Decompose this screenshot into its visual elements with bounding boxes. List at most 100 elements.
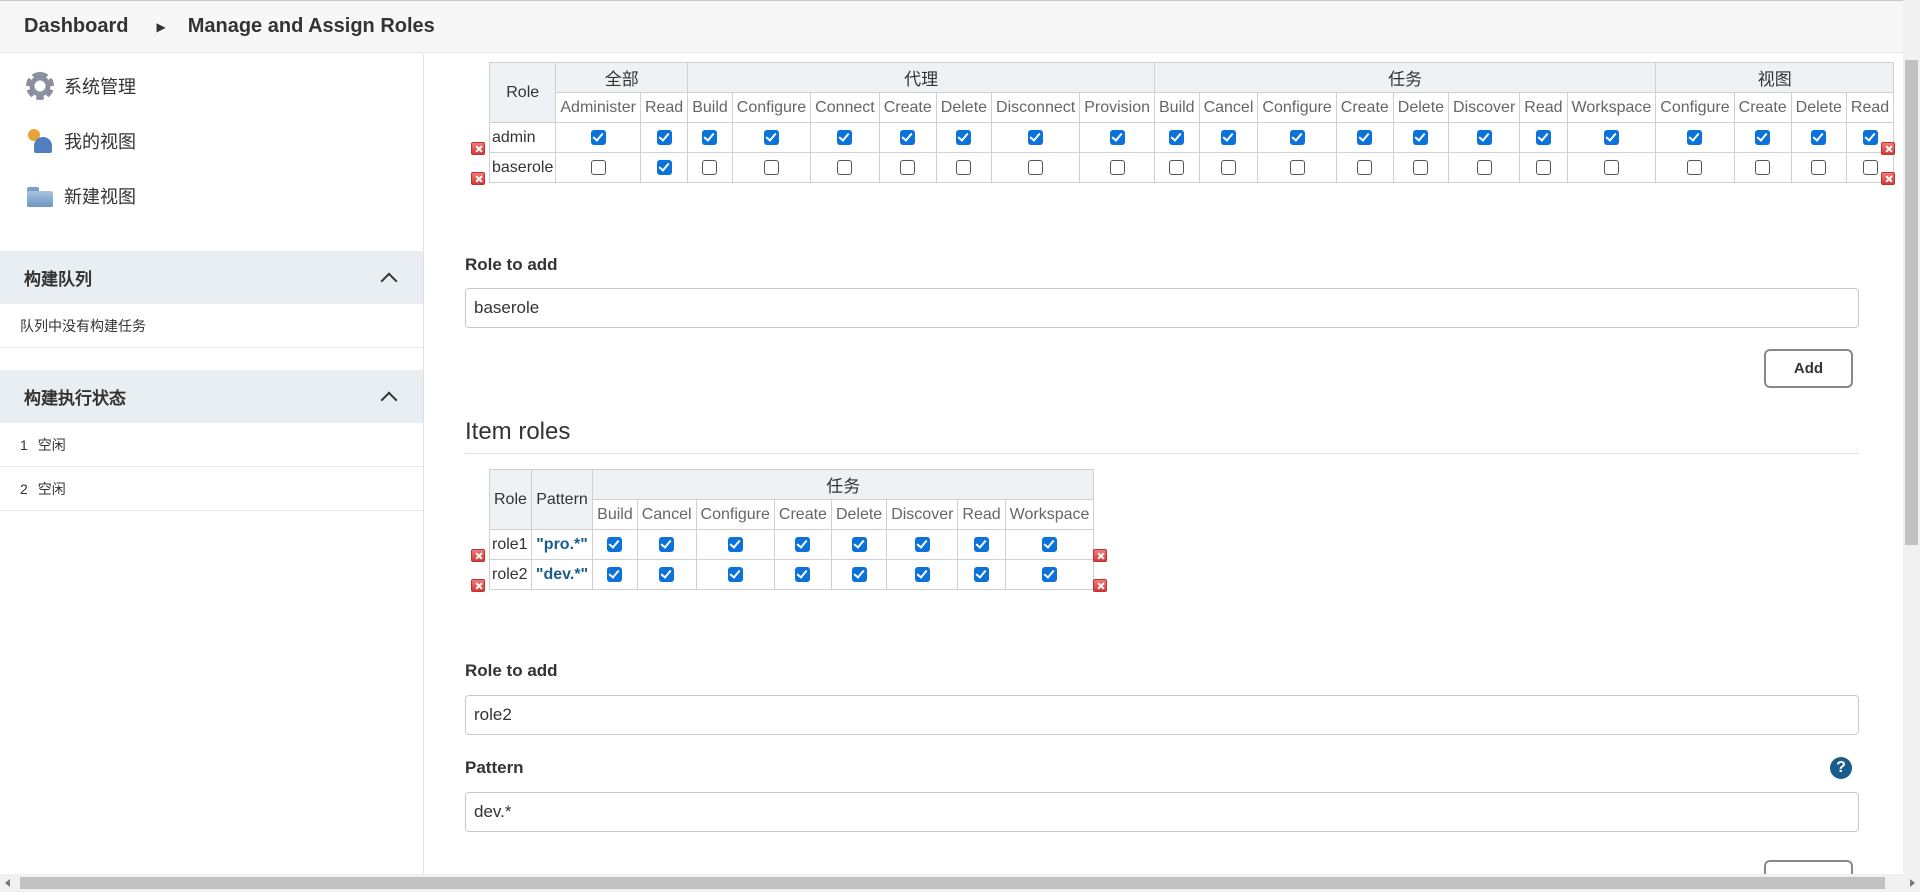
checkbox-checked[interactable] xyxy=(1042,566,1058,582)
checkbox-unchecked[interactable] xyxy=(1028,159,1044,175)
checkbox-unchecked[interactable] xyxy=(1289,159,1305,175)
vertical-scrollbar-thumb[interactable] xyxy=(1905,60,1918,545)
checkbox-checked[interactable] xyxy=(763,129,779,145)
checkbox-checked[interactable] xyxy=(727,566,743,582)
sidebar-item-my-views[interactable]: 我的视图 xyxy=(0,113,423,168)
checkbox-checked[interactable] xyxy=(795,566,811,582)
checkbox-checked[interactable] xyxy=(1357,129,1373,145)
add-global-role-button[interactable]: Add xyxy=(1764,349,1853,388)
checkbox-unchecked[interactable] xyxy=(1413,159,1429,175)
checkbox-unchecked[interactable] xyxy=(1862,159,1878,175)
horizontal-scrollbar[interactable] xyxy=(0,874,1920,892)
delete-role-icon[interactable] xyxy=(1093,549,1107,562)
checkbox-checked[interactable] xyxy=(1687,129,1703,145)
breadcrumb-current[interactable]: Manage and Assign Roles xyxy=(188,15,435,38)
checkbox-checked[interactable] xyxy=(974,536,990,552)
checkbox-unchecked[interactable] xyxy=(1811,159,1827,175)
horizontal-scrollbar-thumb[interactable] xyxy=(20,877,1885,889)
delete-role-icon[interactable] xyxy=(1093,579,1107,592)
delete-role-icon[interactable] xyxy=(471,549,485,562)
scroll-left-icon[interactable] xyxy=(5,879,10,887)
checkbox-checked[interactable] xyxy=(1535,129,1551,145)
checkbox-checked[interactable] xyxy=(851,566,867,582)
help-icon[interactable]: ? xyxy=(1830,757,1852,779)
checkbox-checked[interactable] xyxy=(1289,129,1305,145)
checkbox-checked[interactable] xyxy=(727,536,743,552)
checkbox-checked[interactable] xyxy=(900,129,916,145)
checkbox-unchecked[interactable] xyxy=(1535,159,1551,175)
add-item-role-button[interactable] xyxy=(1764,860,1853,874)
pattern-label: Pattern xyxy=(465,758,524,777)
checkbox-unchecked[interactable] xyxy=(837,159,853,175)
delete-role-icon[interactable] xyxy=(471,142,485,155)
delete-role-icon[interactable] xyxy=(471,172,485,185)
checkbox-checked[interactable] xyxy=(1811,129,1827,145)
permission-group-header: 代理 xyxy=(687,62,1155,93)
breadcrumb-separator-icon: ▶ xyxy=(156,19,166,34)
checkbox-unchecked[interactable] xyxy=(1755,159,1771,175)
checkbox-unchecked[interactable] xyxy=(702,159,718,175)
checkbox-checked[interactable] xyxy=(659,536,675,552)
checkbox-unchecked[interactable] xyxy=(1169,159,1185,175)
global-role-to-add-input[interactable]: baserole xyxy=(465,288,1859,328)
global-roles-table: Role 全部 代理 任务 视图 Administer Read Build Configu… xyxy=(488,62,1895,183)
checkbox-unchecked[interactable] xyxy=(590,159,606,175)
pattern-input[interactable]: dev.* xyxy=(465,792,1859,832)
permission-column-header: Read xyxy=(1845,92,1895,123)
checkbox-checked[interactable] xyxy=(659,566,675,582)
checkbox-unchecked[interactable] xyxy=(900,159,916,175)
checkbox-unchecked[interactable] xyxy=(1109,159,1125,175)
checkbox-checked[interactable] xyxy=(1603,129,1619,145)
build-queue-header[interactable]: 构建队列 xyxy=(0,251,423,304)
permission-column-header: Delete xyxy=(1392,92,1450,123)
checkbox-checked[interactable] xyxy=(837,129,853,145)
delete-role-icon[interactable] xyxy=(1881,142,1895,155)
checkbox-checked[interactable] xyxy=(1169,129,1185,145)
checkbox-cell xyxy=(1079,152,1155,183)
checkbox-checked[interactable] xyxy=(702,129,718,145)
checkbox-unchecked[interactable] xyxy=(1357,159,1373,175)
delete-role-icon[interactable] xyxy=(1881,172,1895,185)
checkbox-checked[interactable] xyxy=(1413,129,1429,145)
delete-role-icon[interactable] xyxy=(471,579,485,592)
checkbox-unchecked[interactable] xyxy=(763,159,779,175)
checkbox-checked[interactable] xyxy=(590,129,606,145)
vertical-scrollbar[interactable] xyxy=(1903,0,1920,875)
checkbox-checked[interactable] xyxy=(956,129,972,145)
item-role-to-add-input[interactable]: role2 xyxy=(465,695,1859,735)
chevron-up-icon[interactable] xyxy=(380,391,398,408)
checkbox-checked[interactable] xyxy=(974,566,990,582)
checkbox-unchecked[interactable] xyxy=(1687,159,1703,175)
checkbox-checked[interactable] xyxy=(1109,129,1125,145)
checkbox-checked[interactable] xyxy=(1220,129,1236,145)
checkbox-checked[interactable] xyxy=(607,536,623,552)
checkbox-checked[interactable] xyxy=(1476,129,1492,145)
checkbox-checked[interactable] xyxy=(851,536,867,552)
checkbox-checked[interactable] xyxy=(914,566,930,582)
sidebar-item-system-manage[interactable]: 系统管理 xyxy=(0,58,423,113)
permission-column-header: Provision xyxy=(1079,92,1155,123)
checkbox-checked[interactable] xyxy=(1042,536,1058,552)
checkbox-cell xyxy=(695,529,775,560)
permission-column-header: Connect xyxy=(810,92,880,123)
table-row: role1 "pro.*" xyxy=(489,529,1095,560)
checkbox-checked[interactable] xyxy=(1755,129,1771,145)
checkbox-checked[interactable] xyxy=(795,536,811,552)
checkbox-checked[interactable] xyxy=(607,566,623,582)
checkbox-unchecked[interactable] xyxy=(956,159,972,175)
scroll-right-icon[interactable] xyxy=(1910,879,1915,887)
checkbox-cell xyxy=(555,122,641,153)
checkbox-checked[interactable] xyxy=(914,536,930,552)
chevron-up-icon[interactable] xyxy=(380,272,398,289)
checkbox-unchecked[interactable] xyxy=(1476,159,1492,175)
executor-status-header[interactable]: 构建执行状态 xyxy=(0,370,423,423)
permission-column-header: Create xyxy=(1733,92,1792,123)
breadcrumb-dashboard[interactable]: Dashboard xyxy=(24,15,128,38)
checkbox-checked[interactable] xyxy=(656,159,672,175)
checkbox-unchecked[interactable] xyxy=(1603,159,1619,175)
checkbox-checked[interactable] xyxy=(1862,129,1878,145)
sidebar-item-new-view[interactable]: 新建视图 xyxy=(0,168,423,223)
checkbox-unchecked[interactable] xyxy=(1220,159,1236,175)
checkbox-checked[interactable] xyxy=(1028,129,1044,145)
checkbox-checked[interactable] xyxy=(656,129,672,145)
